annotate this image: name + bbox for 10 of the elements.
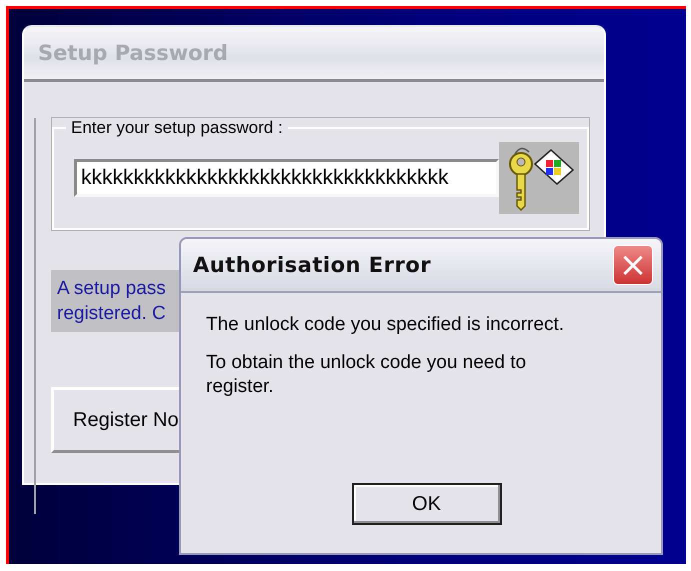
window-title: Setup Password (24, 27, 604, 82)
message-text: The unlock code you specified is incorrect. (206, 313, 566, 337)
key-icon (499, 142, 579, 214)
group-label: Enter your setup password : (70, 118, 284, 138)
ok-button[interactable]: OK (352, 483, 502, 525)
password-field[interactable]: kkkkkkkkkkkkkkkkkkkkkkkkkkkkkkkkkkk (74, 159, 499, 197)
info-text: A setup pass (57, 277, 166, 301)
info-text: registered. C (57, 302, 166, 326)
dialog-title: Authorisation Error (193, 253, 432, 277)
close-button[interactable]: × (613, 245, 653, 285)
